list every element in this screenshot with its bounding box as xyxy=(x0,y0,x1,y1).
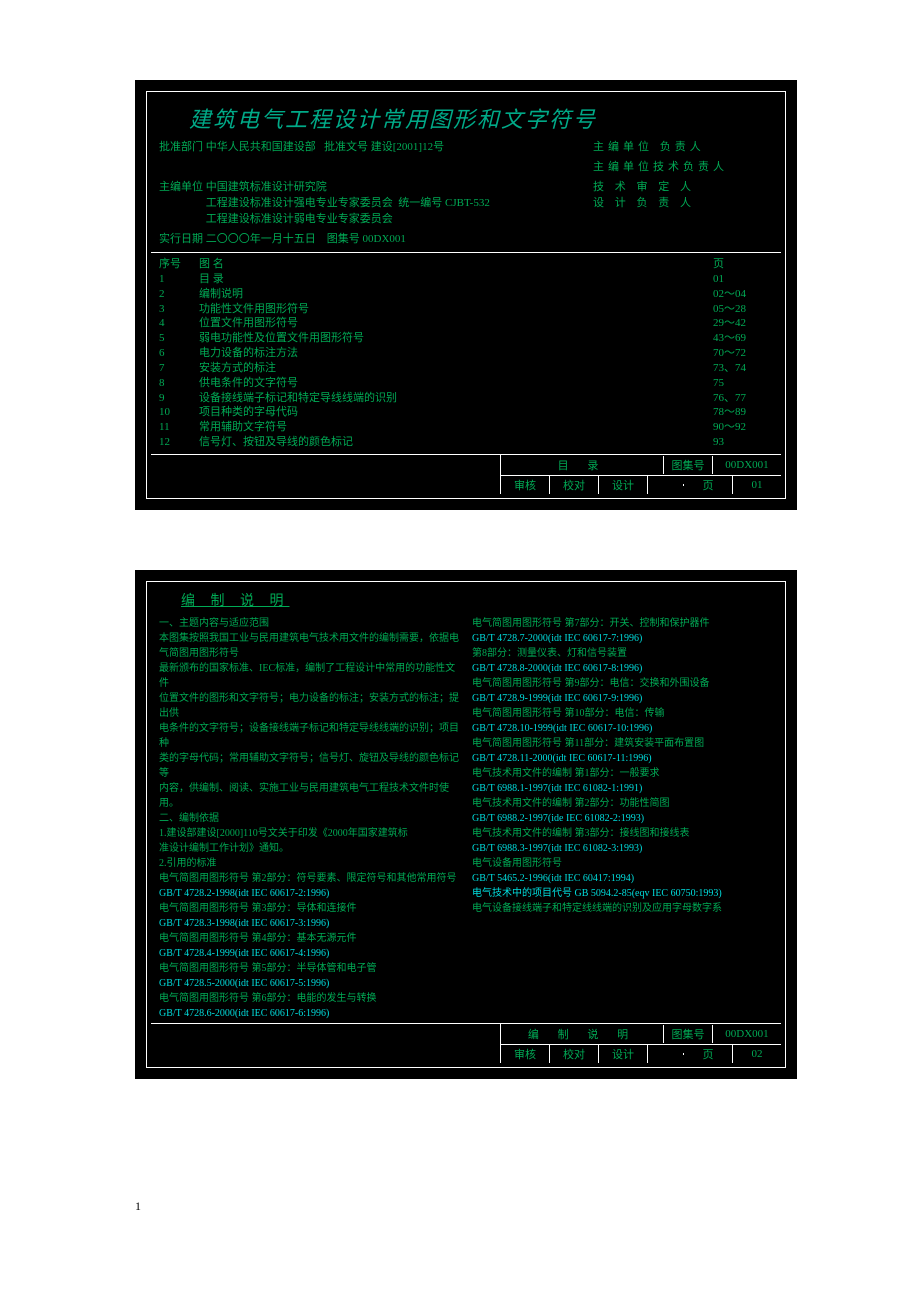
editor-unit-tech: 主编单位技术负责人 xyxy=(593,158,773,174)
text-line: GB/T 6988.3-1997(idt IEC 61082-3:1993) xyxy=(472,841,773,856)
editor-unit-head: 主编单位 负责人 xyxy=(593,138,773,154)
text-line: GB/T 4728.7-2000(idt IEC 60617-7:1996) xyxy=(472,631,773,646)
section-title: 目 录 xyxy=(501,456,664,474)
designer: 设计 xyxy=(599,1045,648,1063)
desc-body: 一、主题内容与适应范围 本图集按照我国工业与民用建筑电气技术用文件的编制需要，依… xyxy=(151,614,781,1023)
text-line: GB/T 4728.8-2000(idt IEC 60617-8:1996) xyxy=(472,661,773,676)
right-column: 电气简图用图形符号 第7部分：开关、控制和保护器件GB/T 4728.7-200… xyxy=(466,616,773,1021)
text-line: 最新颁布的国家标准、IEC标准，编制了工程设计中常用的功能性文件 xyxy=(159,661,460,691)
text-line: 电气简图用图形符号 第3部分：导体和连接件 xyxy=(159,901,460,916)
text-line: GB/T 4728.4-1999(idt IEC 60617-4:1996) xyxy=(159,946,460,961)
toc-row: 9设备接线端子标记和特定导线线端的识别76、77 xyxy=(159,391,773,406)
text-line: 内容，供编制、阅读、实施工业与民用建筑电气工程技术文件时使用。 xyxy=(159,781,460,811)
text-line: 二、编制依据 xyxy=(159,811,460,826)
text-line: GB/T 4728.9-1999(idt IEC 60617-9:1996) xyxy=(472,691,773,706)
text-line: GB/T 4728.6-2000(idt IEC 60617-6:1996) xyxy=(159,1006,460,1021)
frame: 建筑电气工程设计常用图形和文字符号 批准部门 中华人民共和国建设部 批准文号 建… xyxy=(146,91,786,499)
section-title: 编 制 说 明 xyxy=(501,1025,664,1043)
left-column: 一、主题内容与适应范围 本图集按照我国工业与民用建筑电气技术用文件的编制需要，依… xyxy=(159,616,466,1021)
effective-date: 实行日期 二〇〇〇年一月十五日 图集号 00DX001 xyxy=(159,230,593,246)
text-line: GB/T 4728.2-1998(idt IEC 60617-2:1996) xyxy=(159,886,460,901)
col-page: 页 xyxy=(713,257,773,272)
toc-row: 12信号灯、按钮及导线的颜色标记93 xyxy=(159,435,773,450)
atlas-num: 00DX001 xyxy=(713,1027,781,1041)
page-num: 02 xyxy=(733,1047,781,1061)
text-line: GB/T 4728.5-2000(idt IEC 60617-5:1996) xyxy=(159,976,460,991)
text-line: GB/T 4728.11-2000(idt IEC 60617-11:1996) xyxy=(472,751,773,766)
toc-row: 10项目种类的字母代码78～89 xyxy=(159,405,773,420)
proofreader: 校对 xyxy=(550,1045,599,1063)
text-line: 电气简图用图形符号 第6部分：电能的发生与转换 xyxy=(159,991,460,1006)
toc-block: 序号 图 名 页 1目 录012编制说明02～043功能性文件用图形符号05～2… xyxy=(151,253,781,454)
toc-row: 1目 录01 xyxy=(159,272,773,287)
text-line: 类的字母代码；常用辅助文字符号；信号灯、旋钮及导线的颜色标记等 xyxy=(159,751,460,781)
header-row-3: 实行日期 二〇〇〇年一月十五日 图集号 00DX001 xyxy=(159,228,773,248)
frame: 编 制 说 明 一、主题内容与适应范围 本图集按照我国工业与民用建筑电气技术用文… xyxy=(146,581,786,1068)
page-num: 01 xyxy=(733,478,781,492)
text-line: 本图集按照我国工业与民用建筑电气技术用文件的编制需要，依据电气简图用图形符号 xyxy=(159,631,460,661)
toc-row: 11常用辅助文字符号90～92 xyxy=(159,420,773,435)
text-line: 1.建设部建设[2000]110号文关于印发《2000年国家建筑标 xyxy=(159,826,460,841)
header-row-1: 批准部门 中华人民共和国建设部 批准文号 建设[2001]12号 主编单位 负责… xyxy=(159,136,773,156)
text-line: GB/T 6988.1-1997(idt IEC 61082-1:1991) xyxy=(472,781,773,796)
toc-row: 6电力设备的标注方法70～72 xyxy=(159,346,773,361)
physical-page-number: 1 xyxy=(135,1199,785,1214)
drawing-sheet-2: 编 制 说 明 一、主题内容与适应范围 本图集按照我国工业与民用建筑电气技术用文… xyxy=(135,570,797,1079)
text-line: GB/T 4728.10-1999(idt IEC 60617-10:1996) xyxy=(472,721,773,736)
text-line: 电气简图用图形符号 第9部分：电信：交换和外围设备 xyxy=(472,676,773,691)
text-line: 第8部分：测量仪表、灯和信号装置 xyxy=(472,646,773,661)
col-name: 图 名 xyxy=(199,257,713,272)
text-line: 电气简图用图形符号 第10部分：电信：传输 xyxy=(472,706,773,721)
text-line: 电气技术用文件的编制 第2部分：功能性简图 xyxy=(472,796,773,811)
text-line: 准设计编制工作计划》通知。 xyxy=(159,841,460,856)
text-line: GB/T 4728.3-1998(idt IEC 60617-3:1996) xyxy=(159,916,460,931)
designer: 设计 xyxy=(599,476,648,494)
toc-row: 5弱电功能性及位置文件用图形符号43～69 xyxy=(159,331,773,346)
text-line: GB/T 6988.2-1997(ide IEC 61082-2:1993) xyxy=(472,811,773,826)
text-line: 电气简图用图形符号 第2部分：符号要素、限定符号和其他常用符号 xyxy=(159,871,460,886)
header-row-2: 主编单位 中国建筑标准设计研究院 工程建设标准设计强电专业专家委员会 统一编号 … xyxy=(159,176,773,228)
tech-reviewer: 技 术 审 定 人 设 计 负 责 人 xyxy=(593,178,773,226)
toc-row: 4位置文件用图形符号29～42 xyxy=(159,316,773,331)
atlas-num: 00DX001 xyxy=(713,458,781,472)
page-label: 页 xyxy=(684,476,733,494)
text-line: 一、主题内容与适应范围 xyxy=(159,616,460,631)
text-line: 电气简图用图形符号 第5部分：半导体管和电子管 xyxy=(159,961,460,976)
footer-2: 编 制 说 明 图集号 00DX001 审核 校对 设计 页 02 xyxy=(151,1023,781,1063)
text-line: 位置文件的图形和文字符号；电力设备的标注；安装方式的标注；提出供 xyxy=(159,691,460,721)
toc-area: 序号 图 名 页 1目 录012编制说明02～043功能性文件用图形符号05～2… xyxy=(151,253,781,454)
atlas-label: 图集号 xyxy=(664,456,713,474)
main-title: 建筑电气工程设计常用图形和文字符号 xyxy=(159,100,773,136)
toc-row: 8供电条件的文字符号75 xyxy=(159,376,773,391)
text-line: 电气技术用文件的编制 第1部分：一般要求 xyxy=(472,766,773,781)
text-line: 电气技术用文件的编制 第3部分：接线图和接线表 xyxy=(472,826,773,841)
text-line: 电气简图用图形符号 第11部分：建筑安装平面布置图 xyxy=(472,736,773,751)
atlas-label: 图集号 xyxy=(664,1025,713,1043)
proofreader: 校对 xyxy=(550,476,599,494)
footer-1: 目 录 图集号 00DX001 审核 校对 设计 页 01 xyxy=(151,454,781,494)
toc-row: 7安装方式的标注73、74 xyxy=(159,361,773,376)
text-line: 电气设备接线端子和特定线线端的识别及应用字母数字系 xyxy=(472,901,773,916)
desc-title: 编 制 说 明 xyxy=(151,586,781,614)
toc-header: 序号 图 名 页 xyxy=(159,257,773,272)
drawing-sheet-1: 建筑电气工程设计常用图形和文字符号 批准部门 中华人民共和国建设部 批准文号 建… xyxy=(135,80,797,510)
approval-dept: 批准部门 中华人民共和国建设部 批准文号 建设[2001]12号 xyxy=(159,138,593,154)
text-line: 电气简图用图形符号 第7部分：开关、控制和保护器件 xyxy=(472,616,773,631)
text-line: 电气设备用图形符号 xyxy=(472,856,773,871)
reviewer: 审核 xyxy=(501,1045,550,1063)
page-label: 页 xyxy=(684,1045,733,1063)
title-block: 建筑电气工程设计常用图形和文字符号 批准部门 中华人民共和国建设部 批准文号 建… xyxy=(151,96,781,253)
reviewer: 审核 xyxy=(501,476,550,494)
text-line: 电气技术中的项目代号 GB 5094.2-85(eqv IEC 60750:19… xyxy=(472,886,773,901)
main-editor: 主编单位 中国建筑标准设计研究院 工程建设标准设计强电专业专家委员会 统一编号 … xyxy=(159,178,593,226)
text-line: 2.引用的标准 xyxy=(159,856,460,871)
toc-row: 2编制说明02～04 xyxy=(159,287,773,302)
toc-row: 3功能性文件用图形符号05～28 xyxy=(159,302,773,317)
col-num: 序号 xyxy=(159,257,199,272)
text-line: 电条件的文字符号；设备接线端子标记和特定导线线端的识别；项目种 xyxy=(159,721,460,751)
text-line: GB/T 5465.2-1996(idt IEC 60417:1994) xyxy=(472,871,773,886)
text-line: 电气简图用图形符号 第4部分：基本无源元件 xyxy=(159,931,460,946)
header-row-1b: 主编单位技术负责人 xyxy=(159,156,773,176)
